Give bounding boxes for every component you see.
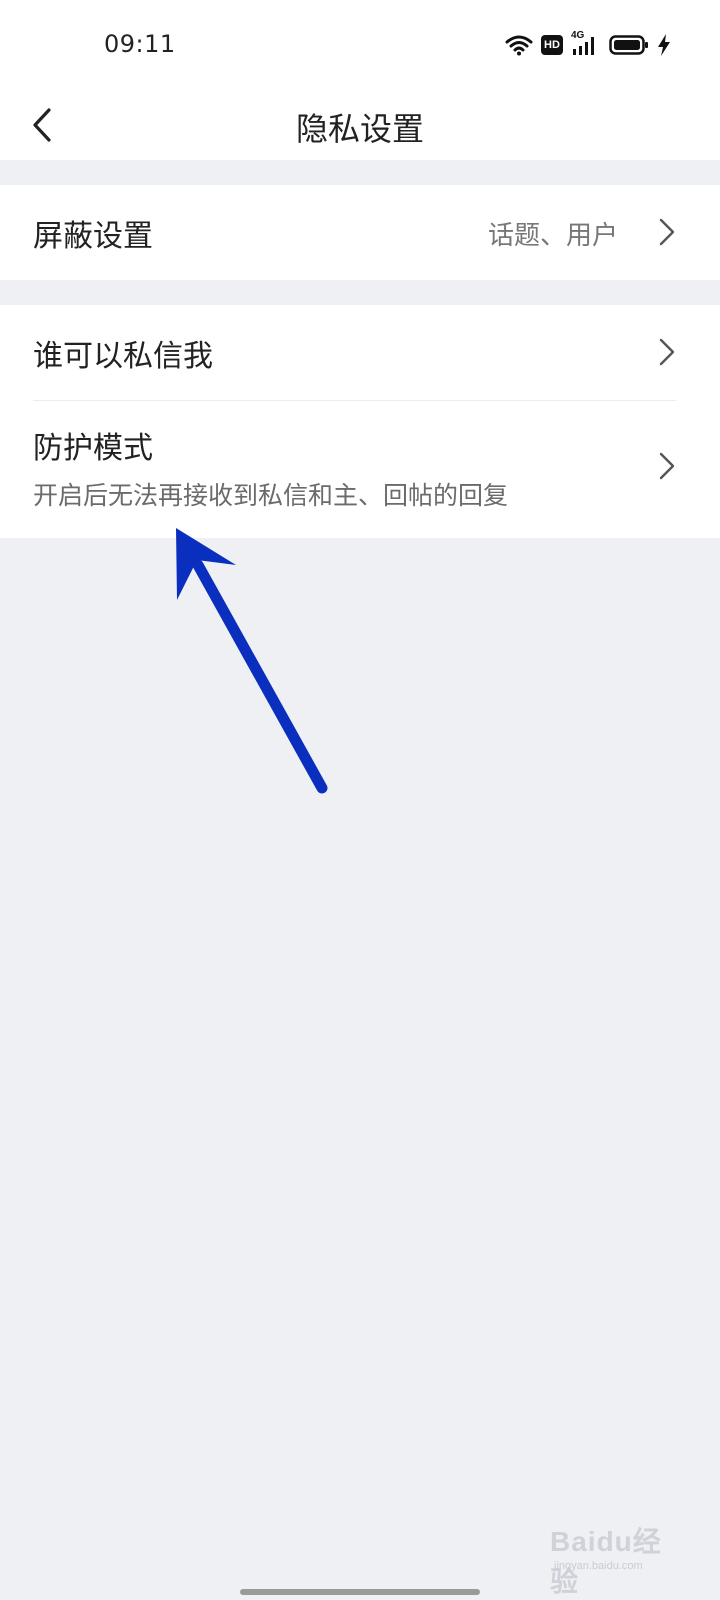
protect-mode-row[interactable]: 防护模式 开启后无法再接收到私信和主、回帖的回复: [0, 401, 720, 538]
watermark-sub: jingyan.baidu.com: [554, 1560, 643, 1572]
settings-group-block: 屏蔽设置 话题、用户: [0, 185, 720, 280]
hd-icon: HD: [541, 35, 563, 55]
charging-icon: [658, 34, 670, 56]
block-settings-title: 屏蔽设置: [33, 219, 153, 254]
page-title: 隐私设置: [295, 110, 424, 148]
block-settings-row[interactable]: 屏蔽设置 话题、用户: [0, 185, 720, 280]
nav-bar: 隐私设置: [0, 90, 720, 160]
chevron-right-icon: [659, 338, 675, 366]
chevron-right-icon: [659, 218, 675, 246]
signal-4g-icon: 4G: [571, 30, 601, 57]
battery-icon: [609, 35, 648, 55]
protect-mode-subtitle: 开启后无法再接收到私信和主、回帖的回复: [33, 481, 509, 510]
status-time: 09:11: [104, 30, 176, 58]
who-can-message-title: 谁可以私信我: [33, 339, 213, 374]
block-settings-value: 话题、用户: [487, 221, 618, 251]
wifi-icon: [505, 35, 533, 56]
protect-mode-title: 防护模式: [33, 431, 153, 466]
who-can-message-row[interactable]: 谁可以私信我: [0, 305, 720, 400]
watermark: Baidu经验 jingyan.baidu.com: [550, 1510, 680, 1597]
home-indicator[interactable]: [240, 1589, 480, 1595]
status-icons: HD 4G: [505, 30, 679, 60]
settings-group-privacy: 谁可以私信我 防护模式 开启后无法再接收到私信和主、回帖的回复: [0, 305, 720, 538]
status-bar: 09:11 HD 4G: [0, 0, 720, 90]
chevron-right-icon: [659, 452, 675, 480]
